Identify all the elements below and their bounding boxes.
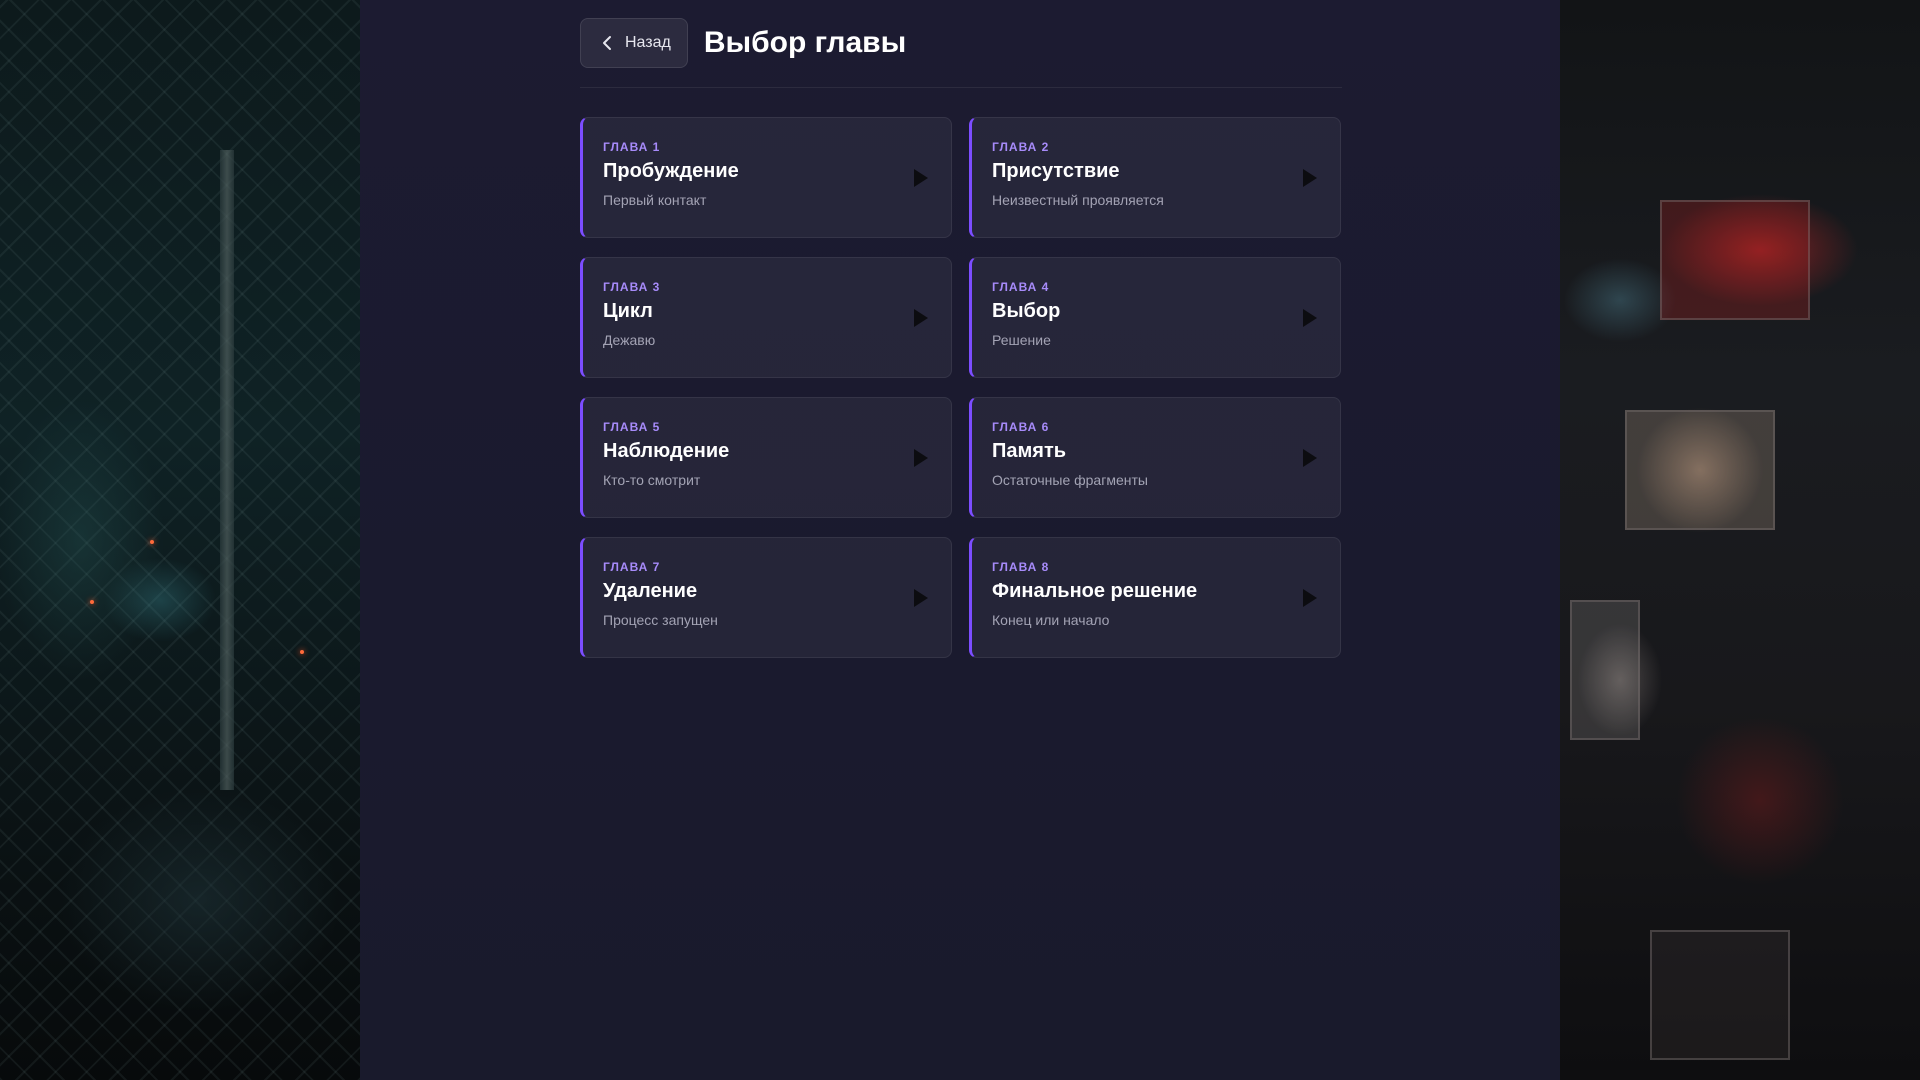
back-button[interactable]: Назад: [580, 18, 688, 68]
chapter-card[interactable]: ГЛАВА 8 Финальное решение Конец или нача…: [969, 537, 1341, 658]
page-title: Выбор главы: [703, 26, 907, 59]
chapter-card[interactable]: ГЛАВА 3 Цикл Дежавю: [580, 257, 952, 378]
chapter-subtitle: Остаточные фрагменты: [992, 472, 1148, 488]
chapter-title: Выбор: [992, 300, 1061, 322]
chapter-number: ГЛАВА 8: [992, 560, 1050, 574]
monitor-shape: [1570, 600, 1640, 740]
chapter-grid: ГЛАВА 1 Пробуждение Первый контакт ГЛАВА…: [580, 117, 1342, 658]
chapter-subtitle: Решение: [992, 332, 1051, 348]
chapter-number: ГЛАВА 4: [992, 280, 1050, 294]
chapter-title: Наблюдение: [603, 440, 730, 462]
chapter-card[interactable]: ГЛАВА 6 Память Остаточные фрагменты: [969, 397, 1341, 518]
ember: [90, 600, 94, 604]
page: Назад Выбор главы ГЛАВА 1 Пробуждение Пе…: [0, 0, 1920, 1080]
chapter-number: ГЛАВА 7: [603, 560, 661, 574]
ember: [150, 540, 154, 544]
chapter-number: ГЛАВА 1: [603, 140, 661, 154]
monitor-shape: [1625, 410, 1775, 530]
chapter-card[interactable]: ГЛАВА 2 Присутствие Неизвестный проявляе…: [969, 117, 1341, 238]
header: Назад Выбор главы: [580, 18, 1342, 88]
chapter-title: Удаление: [603, 580, 698, 602]
chapter-card[interactable]: ГЛАВА 7 Удаление Процесс запущен: [580, 537, 952, 658]
chapter-title: Присутствие: [992, 160, 1120, 182]
monitor-shape: [1650, 930, 1790, 1060]
play-icon[interactable]: [913, 308, 929, 328]
chapter-subtitle: Дежавю: [603, 332, 656, 348]
chapter-card[interactable]: ГЛАВА 4 Выбор Решение: [969, 257, 1341, 378]
monitor-shape: [1660, 200, 1810, 320]
back-button-label: Назад: [625, 34, 671, 51]
chapter-subtitle: Кто-то смотрит: [603, 472, 701, 488]
chapter-number: ГЛАВА 5: [603, 420, 661, 434]
play-icon[interactable]: [913, 168, 929, 188]
ember: [300, 650, 304, 654]
chapter-title: Пробуждение: [603, 160, 739, 182]
play-icon[interactable]: [1302, 308, 1318, 328]
chapter-subtitle: Неизвестный проявляется: [992, 192, 1164, 208]
background-art-left: [0, 0, 360, 1080]
chapter-card[interactable]: ГЛАВА 1 Пробуждение Первый контакт: [580, 117, 952, 238]
chapter-card[interactable]: ГЛАВА 5 Наблюдение Кто-то смотрит: [580, 397, 952, 518]
play-icon[interactable]: [913, 588, 929, 608]
chapter-subtitle: Конец или начало: [992, 612, 1110, 628]
chapter-number: ГЛАВА 6: [992, 420, 1050, 434]
background-art-right: [1560, 0, 1920, 1080]
play-icon[interactable]: [1302, 448, 1318, 468]
chapter-title: Финальное решение: [992, 580, 1198, 602]
chapter-number: ГЛАВА 2: [992, 140, 1050, 154]
chevron-left-icon: [603, 36, 611, 50]
play-icon[interactable]: [913, 448, 929, 468]
main-panel: Назад Выбор главы ГЛАВА 1 Пробуждение Пе…: [360, 0, 1560, 1080]
chapter-subtitle: Первый контакт: [603, 192, 707, 208]
chapter-number: ГЛАВА 3: [603, 280, 661, 294]
chapter-subtitle: Процесс запущен: [603, 612, 718, 628]
play-icon[interactable]: [1302, 588, 1318, 608]
chapter-title: Цикл: [603, 300, 653, 322]
fence-post: [220, 150, 234, 790]
play-icon[interactable]: [1302, 168, 1318, 188]
chapter-title: Память: [992, 440, 1067, 462]
